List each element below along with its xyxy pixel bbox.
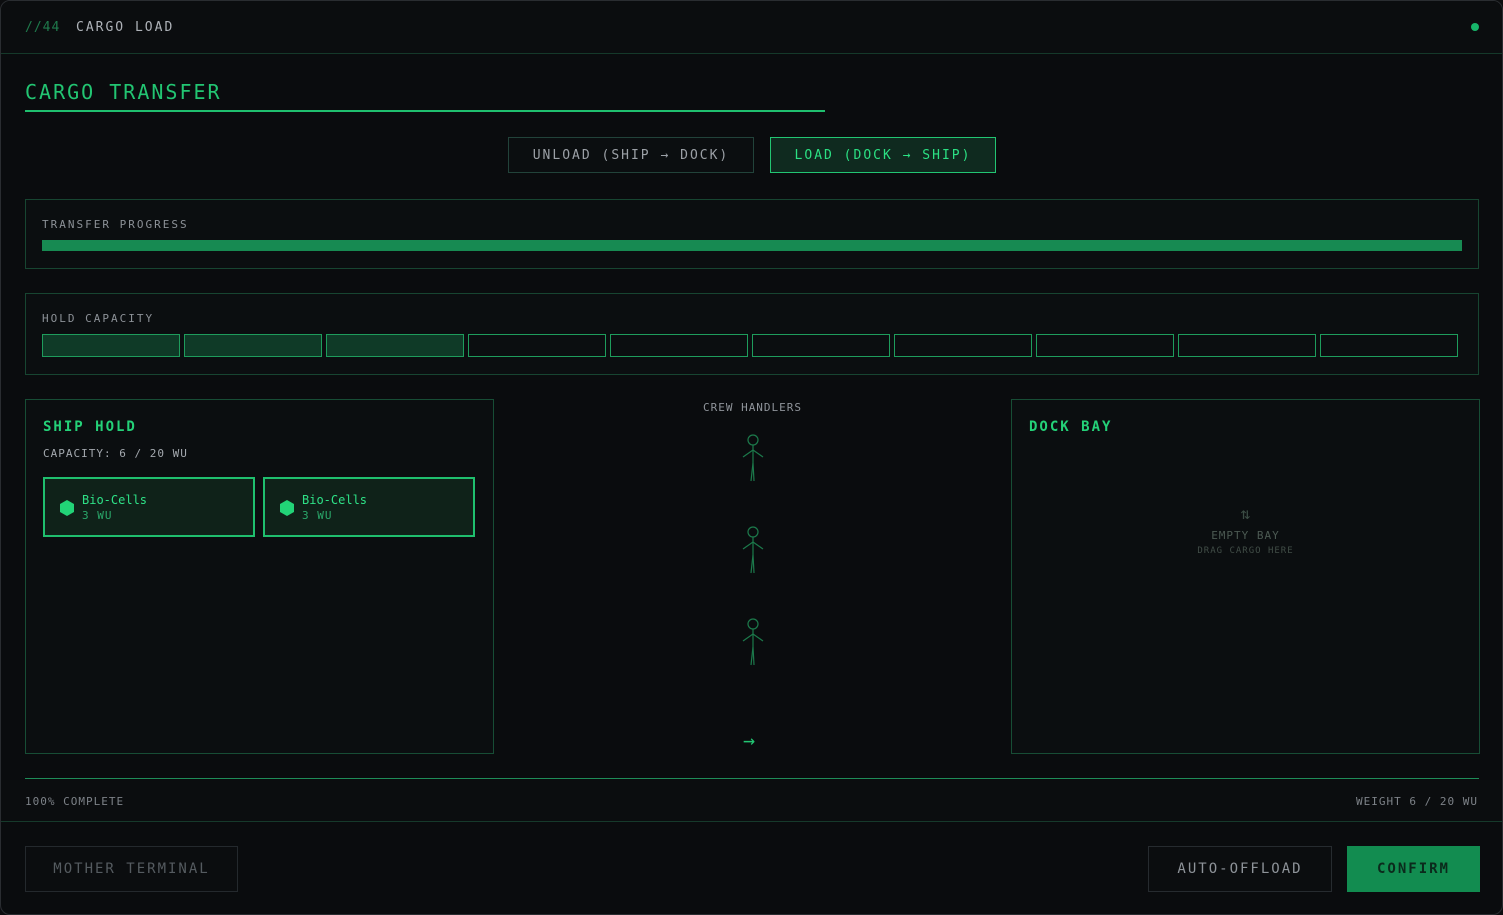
capacity-cell	[752, 334, 890, 357]
hexagon-icon	[280, 500, 294, 516]
cargo-item[interactable]: Bio-Cells 3 WU	[263, 477, 475, 537]
dock-bay-title: DOCK BAY	[1029, 419, 1113, 435]
progress-track	[42, 240, 1462, 251]
capacity-cell	[894, 334, 1032, 357]
cargo-item-weight: 3 WU	[82, 509, 113, 522]
capacity-cell	[1320, 334, 1458, 357]
capacity-cell	[1036, 334, 1174, 357]
ship-hold-panel[interactable]: SHIP HOLD CAPACITY: 6 / 20 WU Bio-Cells …	[25, 399, 494, 754]
cargo-item-name: Bio-Cells	[302, 493, 368, 507]
weight-status: WEIGHT 6 / 20 WU	[1356, 795, 1478, 808]
auto-offload-button[interactable]: AUTO-OFFLOAD	[1148, 846, 1332, 892]
hold-capacity-panel: HOLD CAPACITY	[25, 293, 1479, 375]
capacity-cell	[468, 334, 606, 357]
transfer-progress-label: TRANSFER PROGRESS	[42, 218, 189, 231]
swap-vertical-icon: ⇅	[1240, 504, 1251, 523]
progress-fill	[42, 240, 1462, 251]
hexagon-icon	[60, 500, 74, 516]
ship-hold-capacity: CAPACITY: 6 / 20 WU	[43, 447, 188, 460]
status-bar: 100% COMPLETE WEIGHT 6 / 20 WU	[1, 780, 1502, 822]
crew-handler-icon	[742, 526, 764, 574]
confirm-button[interactable]: CONFIRM	[1347, 846, 1480, 892]
ship-hold-title: SHIP HOLD	[43, 419, 137, 435]
page-title: CARGO TRANSFER	[25, 80, 222, 104]
empty-bay-title: EMPTY BAY	[1211, 529, 1280, 542]
dock-bay-panel[interactable]: DOCK BAY ⇅ EMPTY BAY DRAG CARGO HERE	[1011, 399, 1480, 754]
completion-status: 100% COMPLETE	[25, 795, 125, 808]
capacity-cell	[42, 334, 180, 357]
title-underline	[25, 110, 825, 112]
title-bar: //44 CARGO LOAD	[1, 1, 1502, 54]
arrow-right-icon: →	[743, 728, 756, 752]
empty-bay-placeholder: ⇅ EMPTY BAY DRAG CARGO HERE	[1012, 504, 1479, 556]
hold-capacity-label: HOLD CAPACITY	[42, 312, 155, 325]
cargo-item-name: Bio-Cells	[82, 493, 148, 507]
cargo-item[interactable]: Bio-Cells 3 WU	[43, 477, 255, 537]
crew-handler-icon	[742, 618, 764, 666]
cargo-item-weight: 3 WU	[302, 509, 333, 522]
transfer-progress-panel: TRANSFER PROGRESS	[25, 199, 1479, 269]
unload-mode-button[interactable]: UNLOAD (SHIP → DOCK)	[508, 137, 754, 173]
capacity-cell	[326, 334, 464, 357]
capacity-cell	[184, 334, 322, 357]
capacity-cell	[610, 334, 748, 357]
app-window: //44 CARGO LOAD CARGO TRANSFER UNLOAD (S…	[0, 0, 1503, 915]
status-indicator-icon	[1471, 23, 1479, 31]
capacity-cells	[42, 334, 1458, 357]
capacity-cell	[1178, 334, 1316, 357]
mother-terminal-button[interactable]: MOTHER TERMINAL	[25, 846, 238, 892]
terminal-code: //44	[25, 20, 61, 35]
empty-bay-hint: DRAG CARGO HERE	[1197, 546, 1294, 556]
load-mode-button[interactable]: LOAD (DOCK → SHIP)	[770, 137, 996, 173]
crew-handler-icon	[742, 434, 764, 482]
window-title: CARGO LOAD	[76, 20, 175, 35]
divider	[25, 778, 1479, 779]
